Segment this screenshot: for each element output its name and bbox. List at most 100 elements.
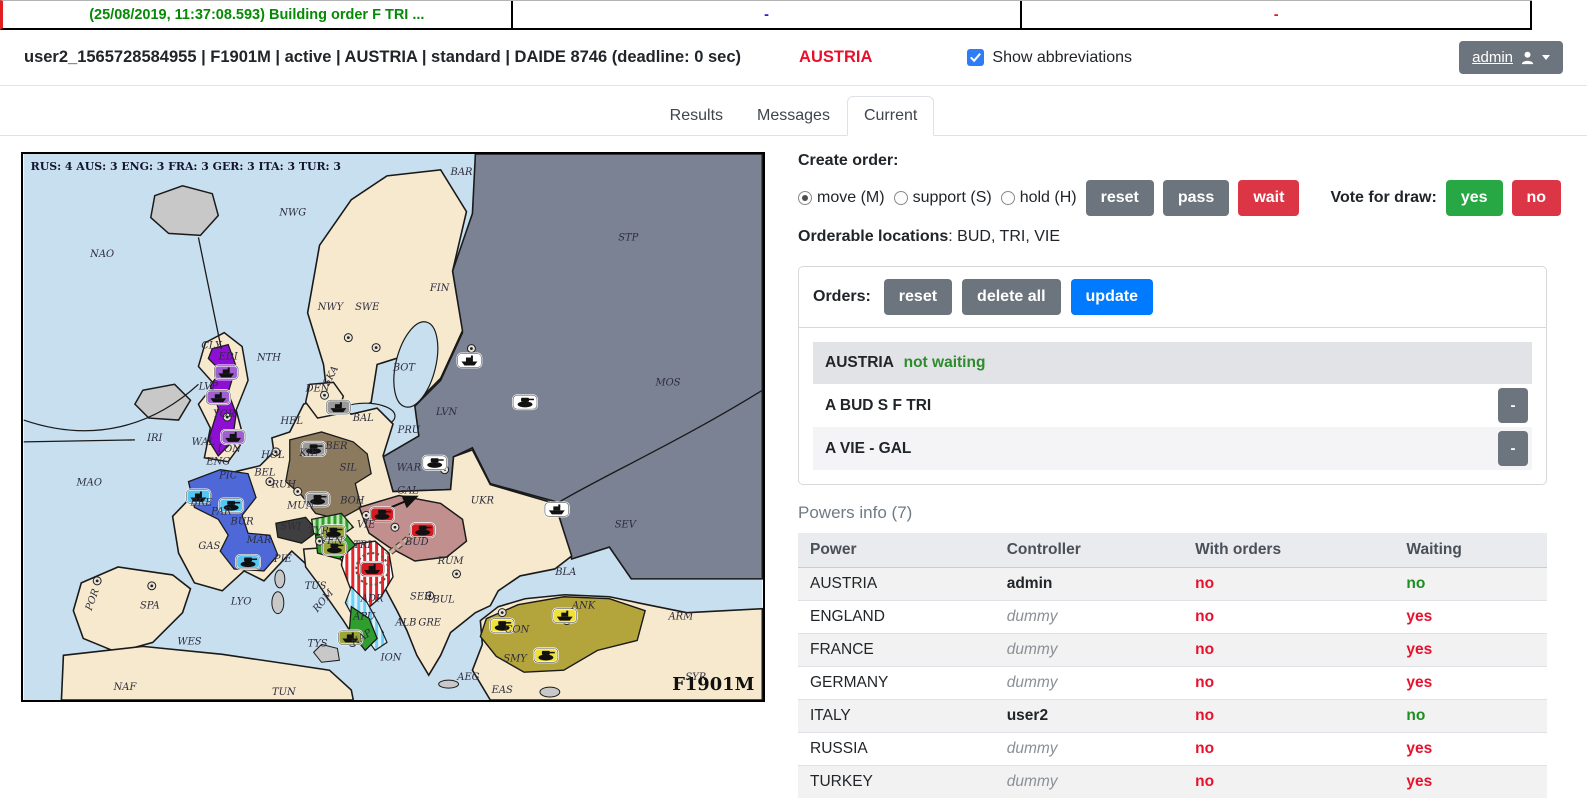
controller-cell: dummy (1007, 740, 1058, 757)
map-corsica (275, 570, 285, 588)
map-region-label: BEL (253, 468, 275, 479)
map-region-label: BUD (404, 537, 429, 548)
waiting-cell: yes (1406, 608, 1432, 625)
power-cell: FRANCE (810, 641, 874, 658)
orders-heading: Orders: (813, 288, 871, 306)
status-message: (25/08/2019, 11:37:08.593) Building orde… (3, 1, 513, 28)
vote-for-draw-label: Vote for draw: (1330, 189, 1436, 207)
orders-power-name: AUSTRIA (825, 354, 893, 371)
radio-icon[interactable] (1001, 191, 1015, 205)
map-region-label: TUS (305, 581, 327, 592)
orderable-locations-value: : BUD, TRI, VIE (948, 228, 1060, 245)
remove-order-button[interactable]: - (1498, 431, 1528, 466)
orders-power-row: AUSTRIA not waiting (813, 342, 1532, 384)
orders-list: AUSTRIA not waiting A BUD S F TRI-A VIE … (799, 328, 1546, 484)
waiting-cell: yes (1406, 674, 1432, 691)
game-header: user2_1565728584955 | F1901M | active | … (0, 30, 1587, 86)
map-region-label: LON (217, 444, 242, 455)
map-region-label: TYR (308, 526, 329, 537)
map-region-label: ADR (360, 594, 384, 605)
powers-column-header: Waiting (1394, 533, 1547, 568)
map-region-label: IRI (146, 433, 163, 444)
map-cyprus (540, 687, 560, 697)
map-region-label: SWI (280, 521, 302, 532)
status-cell-2: - (513, 1, 1023, 28)
map-region-label: BOT (392, 362, 417, 373)
admin-menu-button[interactable]: admin (1459, 41, 1563, 74)
army-unit-tur (534, 648, 558, 662)
vote-yes-button[interactable]: yes (1446, 180, 1503, 216)
power-cell: AUSTRIA (810, 575, 877, 592)
map-region-label: UKR (471, 495, 495, 506)
map-region-label: LVN (435, 407, 458, 418)
map-region-label: RUM (437, 556, 465, 567)
map-region-label: NAF (113, 682, 138, 693)
current-power-label: AUSTRIA (799, 48, 872, 67)
tab-current[interactable]: Current (847, 96, 934, 136)
orders-update-button[interactable]: update (1071, 279, 1153, 315)
map-region-label: WES (177, 636, 201, 647)
with-orders-cell: no (1195, 575, 1214, 592)
map-region-label: TUN (272, 687, 296, 698)
orders-panel-header: Orders: reset delete all update (799, 267, 1546, 328)
reset-button[interactable]: reset (1086, 180, 1154, 216)
power-cell: RUSSIA (810, 740, 868, 757)
map-region-label: MUN (286, 500, 314, 511)
tab-messages[interactable]: Messages (740, 96, 847, 136)
map-region-label: PRU (397, 425, 421, 436)
powers-info-heading: Powers info (7) (798, 503, 1547, 523)
fleet-unit-eng (214, 365, 238, 379)
radio-icon[interactable] (894, 191, 908, 205)
powers-column-header: Power (798, 533, 995, 568)
army-unit-aus (411, 523, 435, 537)
order-type-radio-hold[interactable]: hold (H) (1001, 189, 1077, 207)
remove-order-button[interactable]: - (1498, 388, 1528, 423)
status-cell-3: - (1022, 1, 1532, 28)
map-region-label: ION (380, 652, 402, 663)
controller-cell: user2 (1007, 707, 1048, 724)
map-region-label: GAL (397, 486, 419, 497)
map-region-label: MAR (246, 535, 272, 546)
supply-center-dot-core (296, 490, 299, 493)
radio-label: move (M) (817, 189, 885, 207)
with-orders-cell: no (1195, 674, 1214, 691)
supply-center-dot-core (394, 526, 397, 529)
map-region-label: MAO (76, 478, 102, 489)
orderable-locations-label: Orderable locations (798, 228, 948, 245)
order-type-radio-move[interactable]: move (M) (798, 189, 885, 207)
show-abbreviations-checkbox[interactable] (967, 49, 984, 66)
supply-center-dot-core (365, 514, 368, 517)
with-orders-cell: no (1195, 608, 1214, 625)
map-region-label: BUR (230, 516, 255, 527)
map-region-label: WAR (397, 463, 422, 474)
waiting-cell: no (1406, 575, 1425, 592)
order-type-radio-support[interactable]: support (S) (894, 189, 992, 207)
with-orders-cell: no (1195, 707, 1214, 724)
map-region-label: BRE (189, 497, 213, 508)
order-row: A VIE - GAL - (813, 427, 1532, 470)
powers-table-row: GERMANYdummynoyes (798, 667, 1547, 700)
supply-center-dot-core (501, 611, 504, 614)
admin-username: admin (1472, 49, 1513, 66)
fleet-unit-aus (360, 562, 384, 576)
map-region-label: STP (618, 232, 638, 243)
map-crete (439, 680, 459, 688)
chevron-down-icon (1542, 55, 1550, 60)
controller-cell: dummy (1007, 608, 1058, 625)
controller-cell: dummy (1007, 674, 1058, 691)
radio-icon[interactable] (798, 191, 812, 205)
map-region-label: YOR (213, 409, 236, 420)
powers-column-header: With orders (1183, 533, 1394, 568)
vote-no-button[interactable]: no (1512, 180, 1562, 216)
map-region-label: KIE (298, 448, 318, 459)
tab-results[interactable]: Results (653, 96, 740, 136)
orders-reset-button[interactable]: reset (884, 279, 952, 315)
map-region-label: HOL (260, 450, 284, 461)
map-region-label: NWG (278, 208, 306, 219)
wait-button[interactable]: wait (1238, 180, 1299, 216)
order-text: A VIE - GAL (825, 440, 911, 458)
with-orders-cell: no (1195, 641, 1214, 658)
game-map[interactable]: NAONWGBARSTPMOSFINNWYSWENTHBOTSKADENHELB… (21, 152, 765, 702)
pass-button[interactable]: pass (1163, 180, 1229, 216)
orders-delete-all-button[interactable]: delete all (962, 279, 1060, 315)
